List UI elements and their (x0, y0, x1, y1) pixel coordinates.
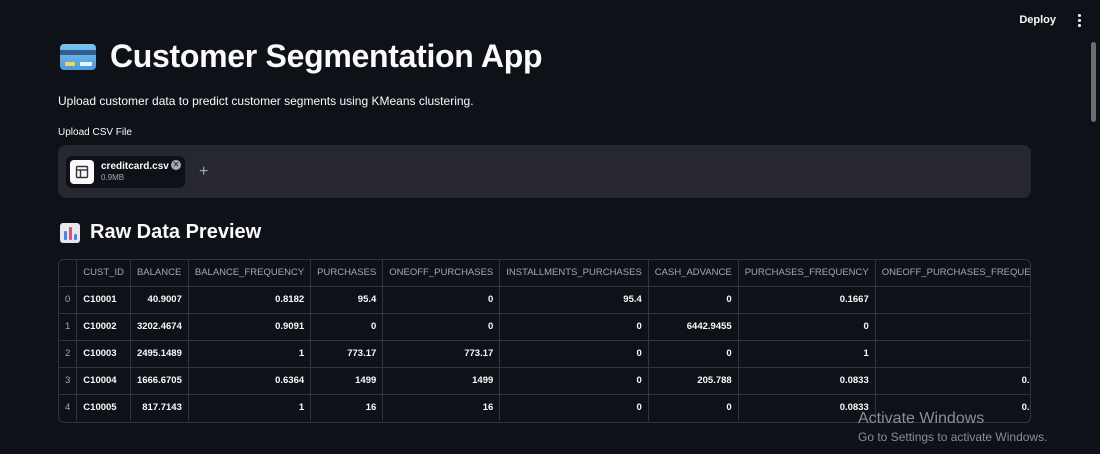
table-cell[interactable]: 0.9091 (188, 313, 312, 341)
table-row: 1C100023202.46740.90910006442.945500 (59, 313, 1030, 341)
table-cell[interactable]: 773.17 (382, 340, 501, 368)
table-cell[interactable]: 6442.9455 (648, 313, 739, 341)
table-cell[interactable]: 0.8182 (188, 286, 312, 314)
table-cell[interactable]: C10005 (76, 394, 131, 421)
section-title: Raw Data Preview (90, 221, 262, 243)
column-header[interactable]: PURCHASES (310, 260, 384, 287)
title-row: Customer Segmentation App (60, 38, 543, 75)
table-cell[interactable]: 0.1667 (738, 286, 876, 314)
row-index: 3 (59, 367, 78, 395)
row-index: 1 (59, 313, 78, 341)
table-cell[interactable]: 205.788 (648, 367, 739, 395)
column-header[interactable]: BALANCE_FREQUENCY (188, 260, 312, 287)
table-cell[interactable]: 0 (499, 394, 649, 421)
table-cell[interactable]: 0 (648, 286, 739, 314)
column-header[interactable]: CUST_ID (76, 260, 131, 287)
column-header[interactable]: ONEOFF_PURCHASES_FREQUENCY (875, 260, 1030, 287)
file-uploader[interactable]: creditcard.csv 0.9MB ✕ + (58, 145, 1031, 198)
data-preview-table[interactable]: CUST_ID BALANCE BALANCE_FREQUENCY PURCHASES… (58, 259, 1031, 423)
table-cell[interactable]: 0 (382, 313, 501, 341)
table-cell[interactable]: C10002 (76, 313, 131, 341)
top-toolbar: Deploy (1013, 0, 1100, 40)
data-table: CUST_ID BALANCE BALANCE_FREQUENCY PURCHASES… (59, 260, 1030, 421)
credit-card-icon (60, 43, 96, 70)
row-index: 0 (59, 286, 78, 314)
table-cell[interactable]: 0.0833 (875, 367, 1030, 395)
row-index: 2 (59, 340, 78, 368)
table-cell[interactable]: 0 (499, 340, 649, 368)
table-cell[interactable]: 40.9007 (130, 286, 189, 314)
table-row: 0C1000140.90070.818295.4095.400.16670 (59, 286, 1030, 314)
table-cell[interactable]: 95.4 (499, 286, 649, 314)
section-header: Raw Data Preview (60, 221, 261, 244)
streamlit-app: Deploy Customer Segmentation App Upload … (0, 0, 1100, 454)
column-header[interactable]: CASH_ADVANCE (648, 260, 739, 287)
table-cell[interactable]: C10004 (76, 367, 131, 395)
page-scrollbar[interactable] (1090, 40, 1098, 454)
kebab-menu-icon[interactable] (1070, 10, 1088, 30)
file-meta: creditcard.csv 0.9MB (101, 161, 169, 183)
index-header[interactable] (59, 260, 78, 287)
table-cell[interactable]: 0 (875, 286, 1030, 314)
table-cell[interactable]: C10001 (76, 286, 131, 314)
table-cell[interactable]: 773.17 (310, 340, 384, 368)
table-header-row: CUST_ID BALANCE BALANCE_FREQUENCY PURCHASES… (59, 260, 1030, 287)
column-header[interactable]: PURCHASES_FREQUENCY (738, 260, 876, 287)
watermark-subtitle: Go to Settings to activate Windows. (858, 430, 1048, 444)
table-cell[interactable]: 817.7143 (130, 394, 189, 421)
table-cell[interactable]: 0.6364 (188, 367, 312, 395)
table-cell[interactable]: 95.4 (310, 286, 384, 314)
table-cell[interactable]: 0 (738, 313, 876, 341)
table-row: 3 C10004 1666.6705 0.6364 1499 1499 0 205.788 0.… (59, 367, 1030, 395)
deploy-button[interactable]: Deploy (1013, 10, 1062, 30)
table-cell[interactable]: 1666.6705 (130, 367, 189, 395)
row-index: 4 (59, 394, 78, 421)
table-cell[interactable]: 0 (648, 394, 739, 421)
table-cell[interactable]: C10003 (76, 340, 131, 368)
table-cell[interactable]: 0.0833 (738, 367, 876, 395)
table-cell[interactable]: 0.0833 (738, 394, 876, 421)
page-title: Customer Segmentation App (110, 38, 543, 74)
table-cell[interactable]: 1499 (310, 367, 384, 395)
scrollbar-thumb[interactable] (1091, 42, 1096, 122)
column-header[interactable]: INSTALLMENTS_PURCHASES (499, 260, 649, 287)
file-name: creditcard.csv (101, 160, 169, 172)
table-cell[interactable]: 1 (188, 394, 312, 421)
table-cell[interactable]: 0 (310, 313, 384, 341)
file-size: 0.9MB (101, 172, 125, 182)
table-cell[interactable]: 0 (382, 286, 501, 314)
table-file-icon (70, 159, 94, 184)
bar-chart-icon (60, 222, 80, 243)
table-cell[interactable]: 1 (875, 340, 1030, 368)
table-cell[interactable]: 16 (382, 394, 501, 421)
column-header[interactable]: BALANCE (130, 260, 189, 287)
table-cell[interactable]: 16 (310, 394, 384, 421)
remove-file-icon[interactable]: ✕ (171, 159, 181, 170)
table-row: 2C100032495.14891773.17773.170011 (59, 340, 1030, 368)
watermark-title: Activate Windows (858, 410, 985, 427)
page-subtitle: Upload customer data to predict customer… (58, 94, 474, 108)
column-header[interactable]: ONEOFF_PURCHASES (382, 260, 501, 287)
table-cell[interactable]: 0 (648, 340, 739, 368)
windows-activation-watermark: Activate Windows Go to Settings to activ… (858, 409, 1047, 445)
table-cell[interactable]: 0 (499, 367, 649, 395)
table-cell[interactable]: 0 (499, 313, 649, 341)
table-cell[interactable]: 2495.1489 (130, 340, 189, 368)
table-cell[interactable]: 1 (188, 340, 312, 368)
add-file-icon[interactable]: + (199, 163, 208, 180)
uploaded-file-chip: creditcard.csv 0.9MB ✕ (66, 155, 185, 188)
table-cell[interactable]: 0 (875, 313, 1030, 341)
table-cell[interactable]: 3202.4674 (130, 313, 189, 341)
table-cell[interactable]: 1499 (382, 367, 501, 395)
upload-label: Upload CSV File (58, 127, 132, 138)
table-cell[interactable]: 1 (738, 340, 876, 368)
